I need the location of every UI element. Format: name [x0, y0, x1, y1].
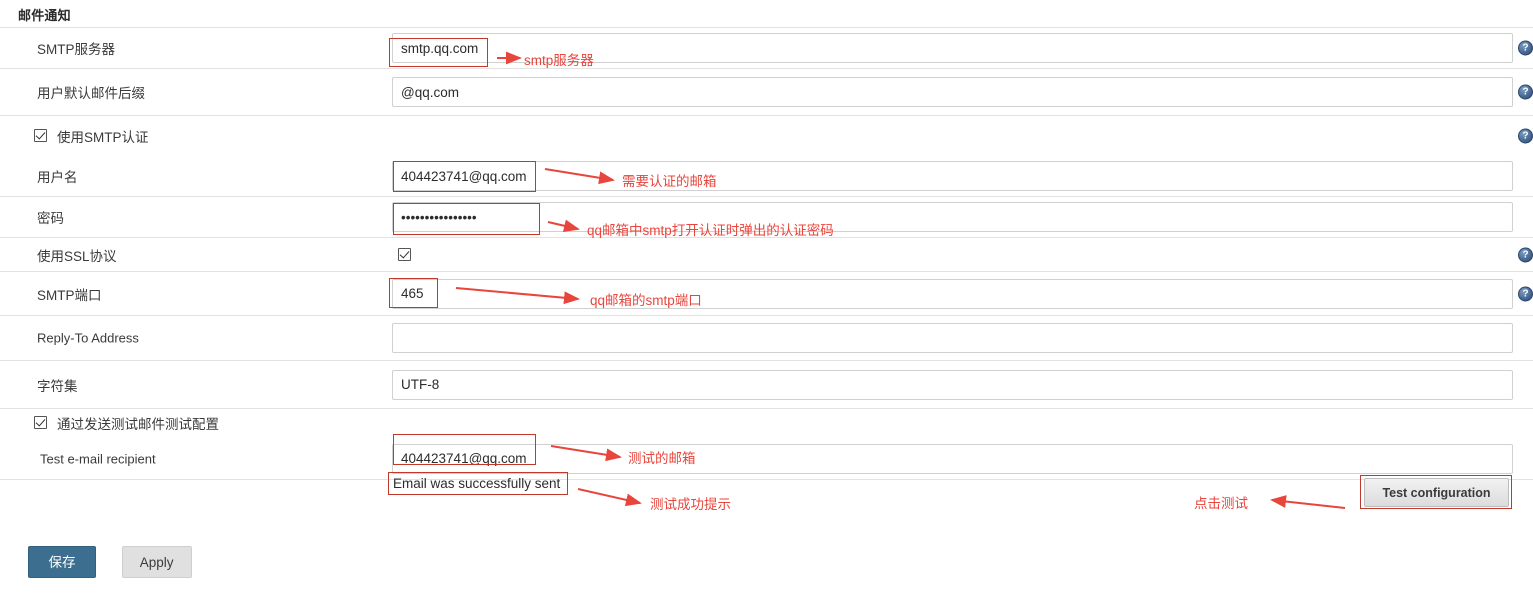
password-input[interactable]: [392, 202, 1513, 232]
help-icon[interactable]: ?: [1518, 286, 1533, 301]
form-row-use-smtp-auth: 使用SMTP认证 ?: [0, 115, 1533, 155]
label-test-by-sending: 通过发送测试邮件测试配置: [57, 417, 219, 432]
form-row-test-result: [0, 479, 1533, 525]
label-charset: 字符集: [37, 378, 78, 394]
use-smtp-auth-checkbox[interactable]: [34, 128, 47, 142]
help-icon[interactable]: ?: [1518, 128, 1533, 143]
footer-actions: 保存 Apply: [28, 546, 192, 578]
test-recipient-input[interactable]: [392, 443, 1513, 474]
label-smtp-server: SMTP服务器: [37, 42, 116, 57]
label-username: 用户名: [37, 170, 78, 185]
field-wrap-charset: [392, 369, 1513, 400]
username-input[interactable]: [392, 161, 1513, 191]
help-icon[interactable]: ?: [1518, 84, 1533, 100]
label-smtp-port: SMTP端口: [37, 287, 102, 303]
label-use-smtp-auth: 使用SMTP认证: [57, 129, 149, 145]
apply-button[interactable]: Apply: [121, 546, 192, 578]
label-reply-to-address: Reply-To Address: [37, 330, 139, 346]
label-use-ssl: 使用SSL协议: [37, 248, 117, 264]
default-mail-suffix-input[interactable]: [392, 77, 1513, 107]
save-button[interactable]: 保存: [28, 546, 96, 578]
form-row-test-by-sending: 通过发送测试邮件测试配置: [0, 408, 1533, 437]
use-ssl-checkbox[interactable]: [398, 247, 411, 261]
label-password: 密码: [37, 211, 64, 226]
form-row-charset: 字符集: [0, 360, 1533, 408]
field-wrap-password: [392, 202, 1513, 232]
form-row-use-ssl: 使用SSL协议 ?: [0, 237, 1533, 271]
label-default-mail-suffix: 用户默认邮件后缀: [37, 86, 145, 101]
field-wrap-smtp-port: [392, 278, 1513, 309]
form-row-default-mail-suffix: 用户默认邮件后缀 ?: [0, 68, 1533, 115]
smtp-server-input[interactable]: [392, 33, 1513, 63]
page-title: 邮件通知: [18, 8, 71, 23]
smtp-port-input[interactable]: [392, 278, 1513, 309]
field-wrap-test-recipient: [392, 443, 1513, 474]
reply-to-address-input[interactable]: [392, 323, 1513, 353]
form-row-smtp-server: SMTP服务器 ?: [0, 27, 1533, 68]
charset-input[interactable]: [392, 369, 1513, 400]
help-icon[interactable]: ?: [1518, 40, 1533, 56]
field-wrap-username: [392, 161, 1513, 191]
test-by-sending-checkbox[interactable]: [34, 416, 47, 429]
field-wrap-reply-to-address: [392, 323, 1513, 353]
form-row-smtp-port: SMTP端口 ?: [0, 271, 1533, 315]
label-test-recipient: Test e-mail recipient: [40, 451, 156, 466]
field-wrap-smtp-server: [392, 33, 1513, 63]
form-row-password: 密码: [0, 196, 1533, 237]
test-configuration-button[interactable]: Test configuration: [1364, 478, 1509, 507]
form-row-test-recipient: Test e-mail recipient: [0, 437, 1533, 479]
mail-notification-form: SMTP服务器 ? 用户默认邮件后缀 ? 使用SMTP认证 ? 用户名 密码 使…: [0, 27, 1533, 525]
field-wrap-default-mail-suffix: [392, 77, 1513, 107]
help-icon[interactable]: ?: [1518, 247, 1533, 262]
form-row-username: 用户名: [0, 155, 1533, 196]
form-row-reply-to-address: Reply-To Address: [0, 315, 1533, 360]
